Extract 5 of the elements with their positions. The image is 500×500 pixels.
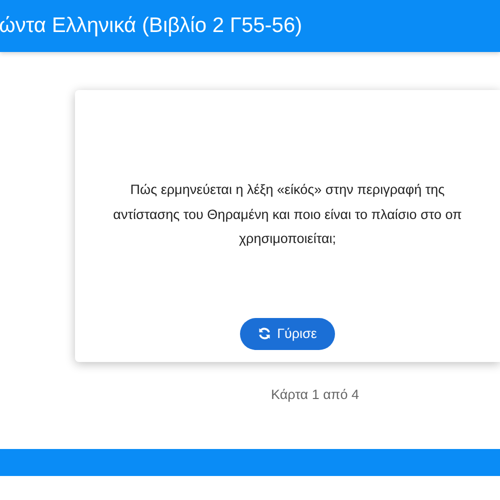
- card-counter: Κάρτα 1 από 4: [271, 387, 359, 402]
- flip-button[interactable]: Γύρισε: [240, 318, 335, 350]
- question-text: Πώς ερμηνεύεται η λέξη «είκός» στην περιγραφή της αντίστασης του Θηραμένη και ποιο είναι το πλαίσιο στο οπ χρησιμοποιείται;: [113, 181, 462, 248]
- page-title: ώντα Ελληνικά (Βιβλίο 2 Γ55-56): [0, 14, 302, 38]
- refresh-icon: [258, 327, 272, 340]
